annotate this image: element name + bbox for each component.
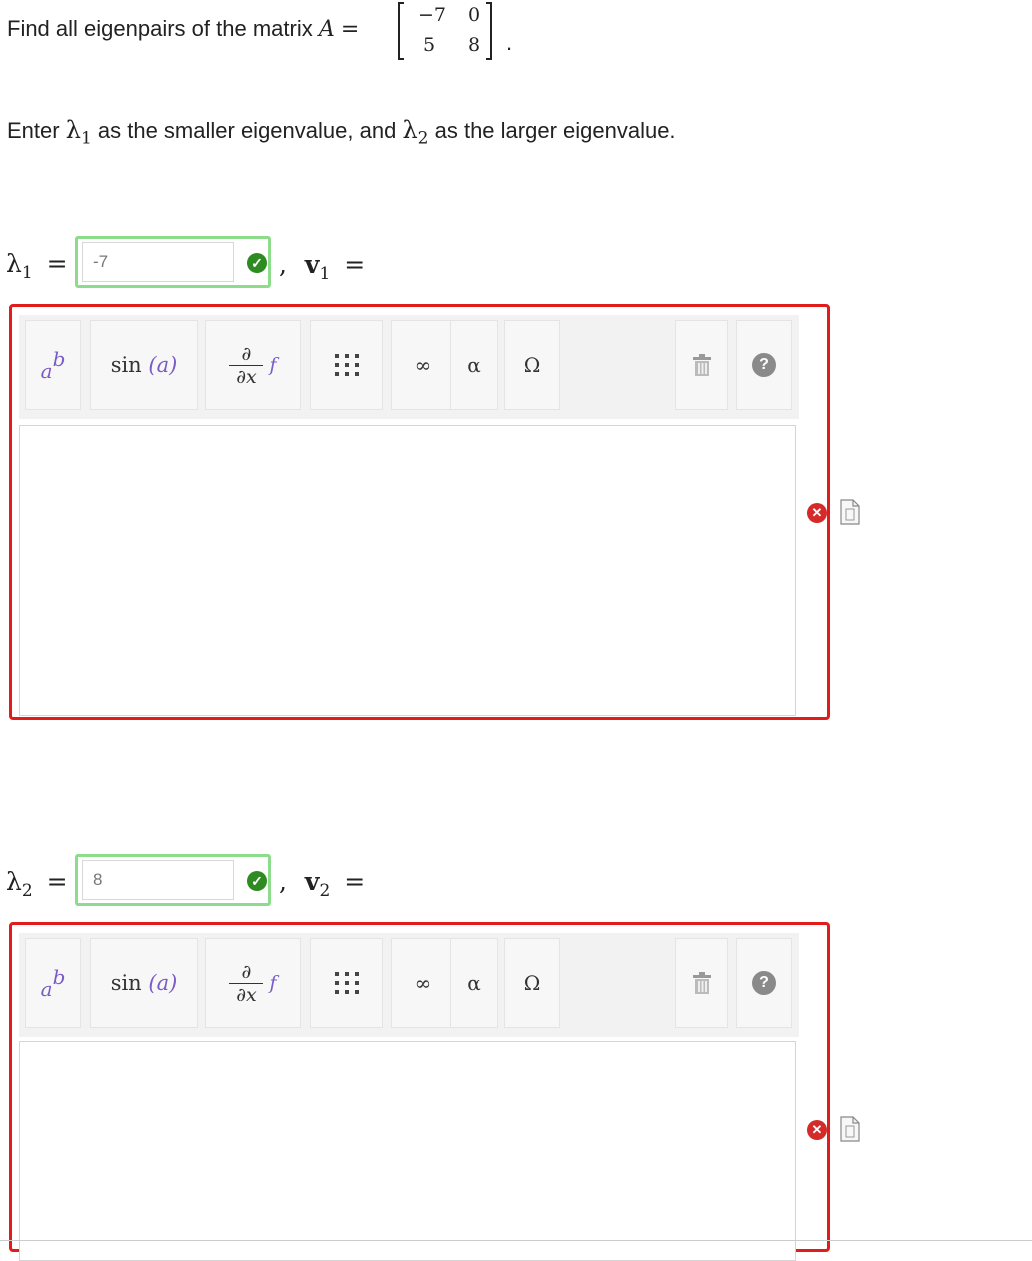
lambda-symbol: λ [65, 116, 81, 144]
help-icon: ? [752, 353, 776, 377]
partial-bottom: ∂x [236, 983, 257, 1006]
sin-label: sin [110, 353, 142, 377]
function-button[interactable]: sin (a) [90, 320, 198, 410]
comma: , [279, 250, 287, 279]
alpha-symbol: α [467, 353, 481, 377]
trash-icon [692, 354, 711, 376]
equals-sign: = [344, 250, 366, 279]
matrix-cell: 5 [423, 34, 436, 56]
greek-alpha-button[interactable]: α [450, 938, 498, 1028]
omega-button[interactable]: Ω [504, 320, 560, 410]
lambda-subscript-1: 1 [80, 128, 92, 149]
matrix-left-bracket [398, 2, 404, 60]
trash-icon [692, 972, 711, 994]
partial-bottom: ∂x [236, 365, 257, 388]
v1-math-editor: ab sin (a) ∂ ∂x f ∞ α Ω ? [9, 304, 830, 720]
v1-label: , v1 = [279, 250, 365, 284]
lambda-symbol: λ [402, 116, 418, 144]
derivative-button[interactable]: ∂ ∂x f [205, 320, 301, 410]
derivative-button[interactable]: ∂ ∂x f [205, 938, 301, 1028]
function-f: f [269, 972, 277, 994]
v2-math-editor: ab sin (a) ∂ ∂x f ∞ α Ω ? [9, 922, 830, 1261]
clear-button[interactable] [675, 938, 728, 1028]
partial-top: ∂ [241, 342, 252, 365]
omega-symbol: Ω [523, 353, 541, 377]
matrix-grid-icon [334, 972, 359, 994]
equals-sign: = [340, 17, 360, 42]
partial-top: ∂ [241, 960, 252, 983]
check-icon: ✓ [247, 253, 267, 273]
instruction-text: Enter λ1 as the smaller eigenvalue, and … [7, 116, 676, 148]
lambda1-input[interactable] [82, 242, 234, 282]
function-button[interactable]: sin (a) [90, 938, 198, 1028]
question-prefix: Find all eigenpairs of the matrix [7, 16, 313, 41]
document-icon[interactable] [840, 1116, 860, 1142]
equals-sign: = [344, 867, 366, 896]
vector-subscript: 2 [319, 881, 331, 901]
v2-label: , v2 = [279, 867, 365, 901]
help-icon: ? [752, 971, 776, 995]
sin-arg: (a) [148, 353, 178, 377]
vector-subscript: 1 [319, 264, 331, 284]
infinity-symbol: ∞ [414, 971, 432, 995]
matrix-variable: A [318, 17, 335, 42]
matrix-button[interactable] [310, 320, 383, 410]
x-icon: ✕ [807, 1120, 827, 1140]
vector-symbol: v [304, 250, 320, 279]
v2-math-input-area[interactable] [19, 1041, 796, 1261]
comma: , [279, 867, 287, 896]
page-divider [0, 1240, 1032, 1241]
lambda-symbol: λ [6, 867, 22, 896]
alpha-symbol: α [467, 971, 481, 995]
question-text: Find all eigenpairs of the matrix A = [7, 16, 359, 42]
omega-button[interactable]: Ω [504, 938, 560, 1028]
matrix-right-bracket [486, 2, 492, 60]
check-icon: ✓ [247, 871, 267, 891]
editor-toolbar: ab sin (a) ∂ ∂x f ∞ α Ω ? [19, 315, 799, 419]
lambda1-answer-box: ✓ [75, 236, 271, 288]
matrix-cell: 8 [468, 34, 481, 56]
lambda-symbol: λ [6, 249, 22, 278]
lambda-subscript-2: 2 [417, 128, 429, 149]
equals-sign: = [46, 867, 68, 896]
clear-button[interactable] [675, 320, 728, 410]
omega-symbol: Ω [523, 971, 541, 995]
lambda-subscript: 2 [21, 881, 33, 901]
help-button[interactable]: ? [736, 320, 792, 410]
superscript-button[interactable]: ab [25, 320, 81, 410]
matrix-button[interactable] [310, 938, 383, 1028]
greek-alpha-button[interactable]: α [450, 320, 498, 410]
help-button[interactable]: ? [736, 938, 792, 1028]
infinity-button[interactable]: ∞ [391, 320, 455, 410]
x-icon: ✕ [807, 503, 827, 523]
matrix-cell: 0 [468, 4, 481, 26]
lambda2-input[interactable] [82, 860, 234, 900]
matrix-grid-icon [334, 354, 359, 376]
matrix-A: −7 0 5 8 [398, 2, 498, 60]
lambda2-answer-box: ✓ [75, 854, 271, 906]
infinity-symbol: ∞ [414, 353, 432, 377]
lambda1-label: λ1 = [6, 249, 68, 283]
sin-label: sin [110, 971, 142, 995]
function-f: f [269, 354, 277, 376]
instruction-part3: as the larger eigenvalue. [434, 118, 676, 143]
question-period: . [506, 30, 513, 55]
superscript-button[interactable]: ab [25, 938, 81, 1028]
matrix-cell: −7 [418, 4, 447, 26]
instruction-part1: Enter [7, 118, 60, 143]
v1-math-input-area[interactable] [19, 425, 796, 716]
lambda2-label: λ2 = [6, 867, 68, 901]
document-icon[interactable] [840, 499, 860, 525]
equals-sign: = [46, 249, 68, 278]
infinity-button[interactable]: ∞ [391, 938, 455, 1028]
lambda-subscript: 1 [21, 263, 33, 283]
sin-arg: (a) [148, 971, 178, 995]
vector-symbol: v [304, 867, 320, 896]
instruction-part2: as the smaller eigenvalue, and [97, 118, 397, 143]
editor-toolbar: ab sin (a) ∂ ∂x f ∞ α Ω ? [19, 933, 799, 1037]
